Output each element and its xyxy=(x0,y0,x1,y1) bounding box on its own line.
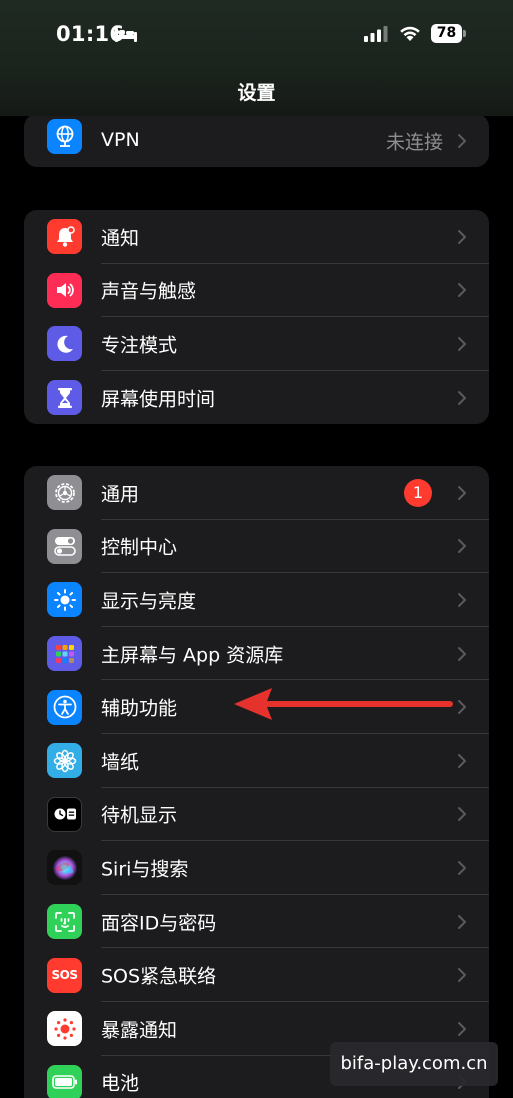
hourglass-icon xyxy=(47,380,82,416)
settings-row-label: 暴露通知 xyxy=(101,1019,178,1042)
moon-icon xyxy=(47,326,82,362)
face-id-icon xyxy=(47,904,82,940)
accessibility-icon xyxy=(47,689,82,725)
settings-row-label: 墙纸 xyxy=(101,751,140,774)
sos-icon-text: SOS xyxy=(51,968,79,983)
siri-icon xyxy=(47,850,82,886)
chevron-right-icon xyxy=(458,700,466,715)
chevron-right-icon xyxy=(458,807,466,822)
chevron-right-icon xyxy=(458,914,466,929)
chevron-right-icon xyxy=(458,336,466,351)
settings-row-screen-time[interactable]: 屏幕使用时间 xyxy=(24,371,489,424)
settings-group-general: 通用 1 控制中心 显示与亮度 主屏幕与 App 资源库 辅助功能 墙纸 待机显… xyxy=(24,466,489,1098)
settings-row-general[interactable]: 通用 1 xyxy=(24,466,489,520)
settings-row-standby[interactable]: 待机显示 xyxy=(24,788,489,842)
watermark: bifa-play.com.cn xyxy=(330,1042,498,1086)
battery-cap xyxy=(463,30,466,37)
settings-row-label: 通用 xyxy=(101,483,140,506)
settings-row-vpn[interactable]: VPN 未连接 xyxy=(24,114,489,167)
settings-row-label: 主屏幕与 App 资源库 xyxy=(101,644,284,667)
battery-indicator: 78 xyxy=(431,24,466,43)
speaker-icon xyxy=(47,272,82,308)
settings-row-sounds[interactable]: 声音与触感 xyxy=(24,264,489,318)
settings-group-notifications: 通知 声音与触感 专注模式 屏幕使用时间 xyxy=(24,210,489,424)
app-grid-icon xyxy=(47,636,82,672)
settings-row-label: Siri与搜索 xyxy=(101,858,189,881)
chevron-right-icon xyxy=(458,1021,466,1036)
chevron-right-icon xyxy=(458,229,466,244)
chevron-right-icon xyxy=(458,968,466,983)
battery-percent: 78 xyxy=(436,25,457,41)
chevron-right-icon xyxy=(458,133,466,148)
chevron-right-icon xyxy=(458,390,466,405)
settings-row-label: 待机显示 xyxy=(101,804,178,827)
toggles-icon xyxy=(47,528,82,564)
battery-icon xyxy=(47,1064,82,1098)
settings-row-label: 屏幕使用时间 xyxy=(101,388,216,411)
vpn-globe-icon xyxy=(47,118,82,154)
settings-row-label: 辅助功能 xyxy=(101,697,178,720)
status-and-nav-bar: 01:16 78 设置 xyxy=(0,0,513,116)
settings-row-label: 显示与亮度 xyxy=(101,590,197,613)
cellular-signal-icon xyxy=(364,26,388,42)
page-title: 设置 xyxy=(237,82,276,104)
settings-row-face-id[interactable]: 面容ID与密码 xyxy=(24,895,489,949)
settings-row-control-center[interactable]: 控制中心 xyxy=(24,520,489,574)
settings-row-label: SOS紧急联络 xyxy=(101,965,217,988)
chevron-right-icon xyxy=(458,753,466,768)
sun-icon xyxy=(47,582,82,618)
wifi-icon xyxy=(400,26,420,41)
settings-row-label: 面容ID与密码 xyxy=(101,912,217,935)
exposure-icon xyxy=(47,1011,82,1047)
gear-icon xyxy=(47,475,82,511)
annotation-arrow-icon xyxy=(234,688,453,720)
chevron-right-icon xyxy=(458,592,466,607)
settings-row-label: VPN xyxy=(101,128,140,151)
chevron-right-icon xyxy=(458,860,466,875)
flower-icon xyxy=(47,743,82,779)
settings-row-label: 电池 xyxy=(101,1072,140,1095)
settings-row-focus[interactable]: 专注模式 xyxy=(24,317,489,371)
chevron-right-icon xyxy=(458,485,466,500)
sleep-bed-icon xyxy=(115,28,137,42)
standby-icon xyxy=(47,796,82,832)
sos-icon: SOS xyxy=(47,957,82,993)
settings-row-label: 通知 xyxy=(101,227,140,250)
settings-row-siri[interactable]: Siri与搜索 xyxy=(24,841,489,895)
settings-row-home-screen[interactable]: 主屏幕与 App 资源库 xyxy=(24,627,489,681)
update-count-badge: 1 xyxy=(404,478,432,507)
settings-group-vpn: VPN 未连接 xyxy=(24,114,489,167)
chevron-right-icon xyxy=(458,283,466,298)
chevron-right-icon xyxy=(458,539,466,554)
chevron-right-icon xyxy=(458,646,466,661)
settings-row-label: 专注模式 xyxy=(101,334,178,357)
settings-row-label: 控制中心 xyxy=(101,536,178,559)
settings-row-wallpaper[interactable]: 墙纸 xyxy=(24,734,489,788)
settings-row-notifications[interactable]: 通知 xyxy=(24,210,489,264)
settings-row-label: 声音与触感 xyxy=(101,280,197,303)
bell-icon xyxy=(47,219,82,255)
vpn-status-value: 未连接 xyxy=(385,131,443,153)
settings-row-display[interactable]: 显示与亮度 xyxy=(24,573,489,627)
settings-row-emergency-sos[interactable]: SOS SOS紧急联络 xyxy=(24,948,489,1002)
